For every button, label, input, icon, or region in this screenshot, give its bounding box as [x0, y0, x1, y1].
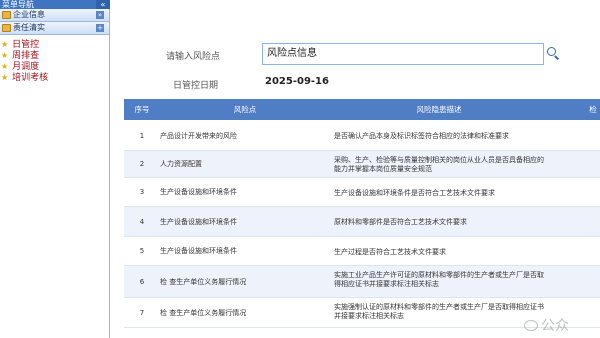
header-no: 序号: [134, 105, 150, 114]
date-value: 2025-09-16: [265, 76, 329, 87]
cell-no: 5: [139, 247, 145, 255]
expand-toggle-icon[interactable]: +: [96, 24, 104, 32]
cell-no: 4: [139, 218, 145, 226]
table-row: 6 检 查生产单位义务履行情况 实施工业产品生产许可证的原材料和零部件的生产者或生产…: [124, 266, 600, 298]
search-button[interactable]: [545, 45, 561, 61]
sidebar: 菜单导航 « 企业信息 » 责任清实 + ★ 日管控 ★ 周排查 ★ 月调度 ★ 培训考…: [0, 0, 110, 338]
risk-table: 序号 风险点 风险隐患描述 检 1 产品设计开发带来的风险 是否确认产品本身及标识标…: [124, 99, 600, 328]
cell-no: 3: [139, 188, 145, 196]
header-risk: 风险点: [233, 105, 257, 114]
cell-risk: 检 查生产单位义务履行情况: [160, 309, 247, 317]
cell-desc: 生产过程是否符合工艺技术文件要求: [334, 248, 446, 256]
cell-no: 7: [139, 309, 145, 317]
cell-desc: 实施工业产品生产许可证的原材料和零部件的生产者或生产厂是否取得相应证书并接要求标…: [334, 271, 544, 288]
table-row: 3生产设备设施和环境条件生产设备设施和环境条件是否符合工艺技术文件要求无风险，: [124, 178, 600, 207]
table-row: 1产品设计开发带来的风险是否确认产品本身及标识标签符合相应的法律和标准要求无风险…: [124, 121, 600, 151]
folder-icon: [2, 24, 11, 32]
cell-risk: 生产设备设施和环境条件: [160, 247, 237, 255]
sidebar-group-label: 责任清实: [13, 23, 45, 32]
sidebar-group-label: 企业信息: [13, 10, 45, 19]
sidebar-item-label: 周排查: [12, 51, 40, 61]
sidebar-menu: ★ 日管控 ★ 周排查 ★ 月调度 ★ 培训考核: [0, 35, 109, 83]
cell-risk: 产品设计开发带来的风险: [160, 132, 237, 140]
sidebar-item-label: 月调度: [12, 62, 40, 72]
cell-desc: 是否确认产品本身及标识标签符合相应的法律和标准要求: [334, 132, 509, 140]
star-icon: ★: [1, 62, 9, 71]
sidebar-group-company-info[interactable]: 企业信息 »: [0, 9, 109, 22]
header-check: 检: [589, 105, 597, 114]
header-desc: 风险隐患描述: [416, 105, 462, 114]
search-input[interactable]: 风险点信息: [262, 43, 544, 65]
table-row: 2 人力资源配置 采购、生产、检验等与质量控制相关的岗位从业人员是否具备相应的能力并…: [124, 151, 600, 178]
table-row: 5生产设备设施和环境条件生产过程是否符合工艺技术文件要求无风险，: [124, 237, 600, 266]
table-header: 序号 风险点 风险隐患描述 检: [124, 99, 600, 120]
star-icon: ★: [1, 51, 9, 60]
table-row: 4生产设备设施和环境条件原材料和零部件是否符合工艺技术文件要求无风险，: [124, 207, 600, 237]
cell-risk: 人力资源配置: [160, 160, 202, 168]
sidebar-item-monthly-dispatch[interactable]: ★ 月调度: [0, 61, 109, 72]
search-icon-handle: [554, 55, 560, 60]
main-panel: 请输入风险点 风险点信息 日管控日期 2025-09-16 序号 风险点 风险隐…: [124, 0, 600, 338]
folder-icon: [2, 11, 11, 19]
sidebar-collapse-button[interactable]: «: [96, 0, 110, 9]
cell-no: 2: [139, 160, 145, 168]
sidebar-item-weekly-check[interactable]: ★ 周排查: [0, 50, 109, 61]
cell-risk: 生产设备设施和环境条件: [160, 218, 237, 226]
wechat-icon: [524, 320, 538, 331]
sidebar-group-responsibility[interactable]: 责任清实 +: [0, 22, 109, 35]
sidebar-item-label: 培训考核: [12, 73, 49, 83]
sidebar-title: 菜单导航: [0, 0, 109, 9]
star-icon: ★: [1, 40, 9, 49]
app-window: 菜单导航 « 企业信息 » 责任清实 + ★ 日管控 ★ 周排查 ★ 月调度 ★ 培训考…: [0, 0, 600, 338]
watermark-text: 公众: [541, 318, 569, 334]
cell-risk: 检 查生产单位义务履行情况: [160, 278, 247, 286]
search-label: 请输入风险点: [166, 52, 221, 62]
watermark: 公众: [524, 315, 569, 335]
cell-no: 6: [139, 278, 145, 286]
cell-no: 1: [139, 132, 145, 140]
cell-desc: 原材料和零部件是否符合工艺技术文件要求: [334, 218, 467, 226]
cell-risk: 生产设备设施和环境条件: [160, 188, 237, 196]
cell-desc: 采购、生产、检验等与质量控制相关的岗位从业人员是否具备相应的能力并掌握本岗位质量…: [334, 156, 544, 173]
star-icon: ★: [1, 73, 9, 82]
sidebar-item-label: 日管控: [12, 40, 40, 50]
cell-desc: 生产设备设施和环境条件是否符合工艺技术文件要求: [334, 189, 495, 197]
expand-toggle-icon[interactable]: »: [96, 11, 104, 19]
cell-desc: 实施强制认证的原材料和零部件的生产者或生产厂是否取得相应证书并接要求标注相关标志: [334, 303, 544, 320]
date-label: 日管控日期: [173, 81, 219, 91]
sidebar-item-daily-control[interactable]: ★ 日管控: [0, 39, 109, 50]
sidebar-item-training[interactable]: ★ 培训考核: [0, 72, 109, 83]
